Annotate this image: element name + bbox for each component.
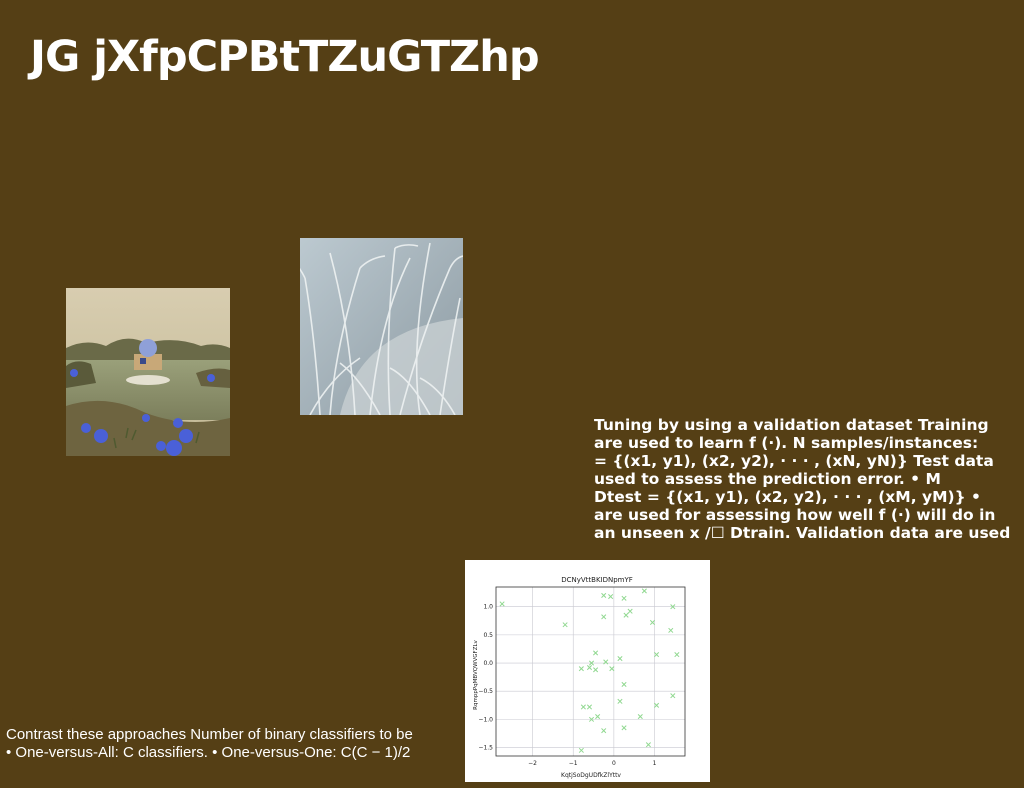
scatter-point <box>609 666 615 672</box>
paragraph-line: = {(x1, y1), (x2, y2), · · · , (xN, yN)}… <box>594 452 994 470</box>
slide-title: JG jXfpCPBtTZuGTZhp <box>30 32 540 82</box>
scatter-point <box>668 627 674 633</box>
body-paragraph: Tuning by using a validation dataset Tra… <box>594 416 1024 542</box>
y-tick-label: 1.0 <box>483 604 493 611</box>
paragraph-line: are used for assessing how well f (·) wi… <box>594 506 996 524</box>
y-tick-label: 0.5 <box>483 632 493 639</box>
scatter-point <box>601 614 607 620</box>
paragraph-line: are used to learn f (·). N samples/insta… <box>594 434 979 452</box>
scatter-point <box>603 659 609 665</box>
scatter-point <box>621 681 627 688</box>
paragraph-line: an unseen x /☐ Dtrain. Validation data a… <box>594 524 1011 542</box>
paragraph-line: Tuning by using a validation dataset Tra… <box>594 416 989 434</box>
y-tick-label: −1.0 <box>478 716 493 723</box>
scatter-point <box>593 650 599 656</box>
scatter-point <box>593 667 599 673</box>
classifier-note: Contrast these approaches Number of bina… <box>6 726 413 762</box>
plot-frame <box>495 586 686 757</box>
scatter-point <box>645 742 651 748</box>
y-tick-label: −0.5 <box>478 688 493 695</box>
scatter-point <box>623 612 629 618</box>
x-tick-label: −2 <box>528 760 537 767</box>
scatter-point <box>641 588 647 594</box>
scatter-point <box>601 592 607 599</box>
scatter-point <box>653 652 660 658</box>
scatter-point <box>674 652 680 658</box>
scatter-point <box>586 704 593 710</box>
scatter-chart-svg: DCNyVttBKIDNpmYF KqtjSoDgUDfkZlYttv Rqmp… <box>473 576 686 779</box>
x-tick-label: 0 <box>612 760 616 767</box>
paragraph-line: used to assess the prediction error. • M <box>594 470 941 488</box>
scatter-point <box>595 714 601 720</box>
chart-title: DCNyVttBKIDNpmYF <box>561 576 633 584</box>
chart-ylabel: RqmppPqMBVQWVGFZLv <box>473 639 479 709</box>
scatter-point <box>586 665 593 671</box>
scatter-point <box>617 698 623 704</box>
scatter-point <box>578 747 584 753</box>
grass-photo <box>300 238 463 415</box>
note-line: • One-versus-All: C classifiers. • One-v… <box>6 744 411 761</box>
scatter-point <box>617 655 623 662</box>
scatter-point <box>562 622 568 628</box>
note-line: Contrast these approaches Number of bina… <box>6 726 413 743</box>
grass-image <box>300 238 463 415</box>
scatter-point <box>578 666 584 672</box>
scatter-point <box>580 704 586 710</box>
scatter-chart: DCNyVttBKIDNpmYF KqtjSoDgUDfkZlYttv Rqmp… <box>465 560 710 782</box>
scatter-point <box>621 595 627 601</box>
chart-xlabel: KqtjSoDgUDfkZlYttv <box>561 772 621 779</box>
lake-house-image <box>66 288 230 456</box>
scatter-point <box>653 702 660 708</box>
scatter-point <box>627 608 633 614</box>
scatter-point <box>621 725 627 731</box>
lake-house-photo <box>66 288 230 456</box>
scatter-point <box>601 728 607 734</box>
scatter-point <box>608 594 614 600</box>
scatter-point <box>649 619 656 626</box>
x-tick-label: −1 <box>569 760 578 767</box>
y-tick-label: −1.5 <box>478 745 493 752</box>
scatter-point <box>670 693 676 699</box>
scatter-point <box>499 601 505 607</box>
scatter-point <box>637 714 643 720</box>
x-tick-label: 1 <box>653 760 657 767</box>
paragraph-line: Dtest = {(x1, y1), (x2, y2), · · · , (xM… <box>594 488 981 506</box>
y-tick-label: 0.0 <box>483 660 493 667</box>
